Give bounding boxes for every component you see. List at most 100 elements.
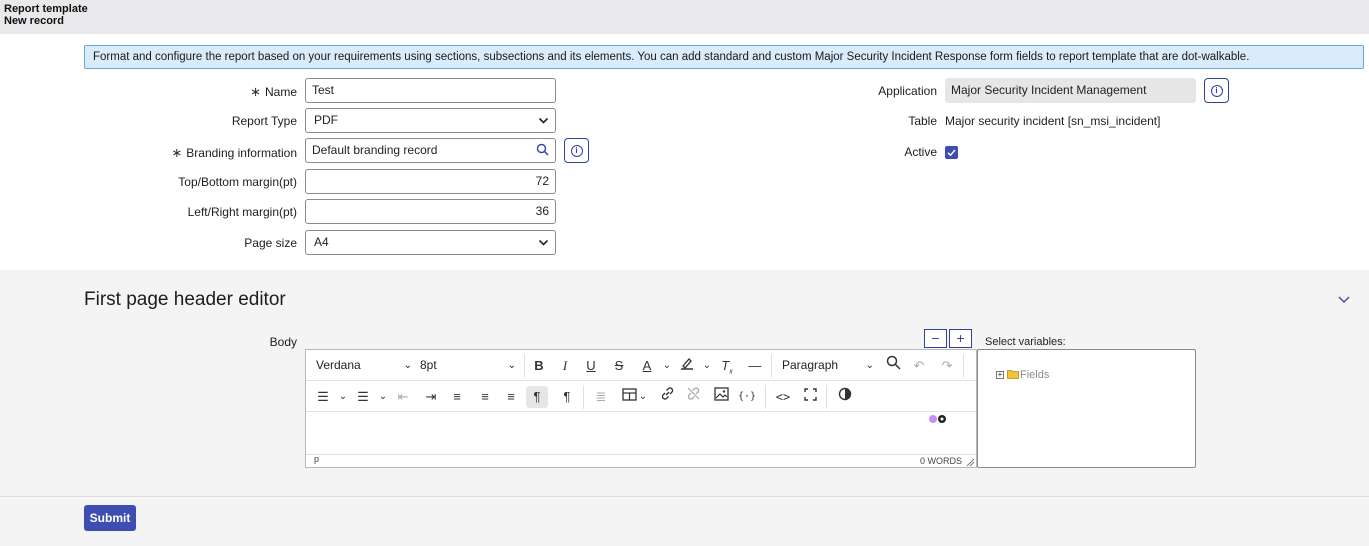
info-banner: Format and configure the report based on… (84, 45, 1364, 69)
application-info-button[interactable]: i (1204, 78, 1229, 103)
page-header: Report template New record (0, 0, 1369, 34)
chevron-down-icon[interactable]: ⌄ (372, 386, 394, 408)
editor-toolbar-row-2: ☰ ⌄ ☰ ⌄ ⇤ ⇥ ≡ ≡ ≡ ¶ ¶ ≣ ⌄ {·} <> (306, 381, 976, 412)
word-count: 0 WORDS (919, 456, 962, 466)
select-variables-label: Select variables: (985, 336, 1066, 348)
editor-status-bar: p 0 WORDS (306, 454, 976, 468)
chevron-down-icon: ⌄ (865, 360, 874, 371)
toolbar-divider (771, 354, 772, 378)
variables-panel: + Fields (977, 349, 1196, 468)
top-bottom-margin-label: Top/Bottom margin(pt) (178, 175, 297, 189)
section-title: First page header editor (84, 289, 286, 310)
chevron-down-icon[interactable]: ⌄ (696, 355, 718, 377)
redo-icon[interactable]: ↷ (936, 355, 958, 377)
required-marker: ∗ (250, 84, 261, 99)
page-subtitle: New record (4, 15, 64, 27)
left-right-margin-input[interactable]: 36 (305, 199, 556, 224)
report-type-select[interactable]: PDF (305, 108, 556, 133)
numbered-list-icon[interactable]: ☰ (352, 386, 374, 408)
tree-node-label: Fields (1020, 369, 1050, 381)
check-icon (947, 149, 956, 157)
footer-divider (0, 496, 1369, 497)
undo-icon[interactable]: ↶ (908, 355, 930, 377)
outdent-icon[interactable]: ⇤ (392, 386, 414, 408)
align-right-icon[interactable]: ≡ (500, 386, 522, 408)
tree-node-fields[interactable]: + Fields (996, 368, 1049, 382)
chevron-down-icon[interactable]: ⌄ (332, 386, 354, 408)
chevron-down-icon (538, 109, 549, 141)
image-icon[interactable] (710, 386, 732, 408)
resize-handle-icon[interactable] (966, 458, 975, 469)
ltr-direction-icon[interactable]: ¶ (526, 386, 548, 408)
template-variable-icon[interactable]: {·} (736, 386, 758, 408)
branding-info-button[interactable]: i (564, 138, 589, 163)
table-label: Table (908, 114, 937, 128)
search-icon (536, 143, 549, 159)
font-size-select[interactable]: 8pt ⌄ (420, 350, 516, 381)
contrast-icon[interactable] (834, 386, 856, 408)
table-value: Major security incident [sn_msi_incident… (945, 114, 1161, 128)
toolbar-divider (826, 385, 827, 409)
active-checkbox[interactable] (945, 146, 958, 159)
bold-icon[interactable]: B (528, 355, 550, 377)
section-collapse-button[interactable] (1337, 292, 1351, 309)
text-color-icon[interactable]: A (636, 355, 658, 377)
unlink-icon[interactable] (682, 386, 704, 408)
source-code-icon[interactable]: <> (772, 386, 794, 408)
plus-icon: + (956, 330, 965, 346)
branding-input[interactable]: Default branding record (305, 138, 531, 163)
strikethrough-icon[interactable]: S (608, 355, 630, 377)
body-label: Body (269, 335, 297, 349)
chevron-down-icon: ⌄ (507, 360, 516, 371)
branding-lookup-button[interactable] (530, 138, 556, 163)
rtl-direction-icon[interactable]: ¶ (556, 386, 578, 408)
active-label: Active (904, 145, 937, 159)
info-icon: i (570, 144, 583, 157)
underline-icon[interactable]: U (580, 355, 602, 377)
top-bottom-margin-input[interactable]: 72 (305, 169, 556, 194)
block-format-select[interactable]: Paragraph ⌄ (782, 350, 874, 381)
font-family-select[interactable]: Verdana ⌄ (316, 350, 412, 381)
highlight-color-icon[interactable] (676, 355, 698, 377)
application-label: Application (878, 84, 937, 98)
toolbar-divider (963, 354, 964, 378)
name-label: ∗ Name (250, 84, 297, 99)
application-field: Major Security Incident Management (945, 78, 1196, 103)
chevron-down-icon (1338, 296, 1350, 304)
report-type-label: Report Type (231, 114, 297, 128)
branding-label: ∗ Branding information (171, 145, 297, 160)
fullscreen-icon[interactable] (799, 386, 821, 408)
expand-editor-button[interactable]: + (949, 329, 972, 348)
chevron-down-icon (538, 231, 549, 263)
italic-icon[interactable]: I (554, 355, 576, 377)
page-size-select[interactable]: A4 (305, 230, 556, 255)
required-marker: ∗ (171, 145, 183, 160)
clear-formatting-icon[interactable]: Tx (716, 355, 738, 377)
chevron-down-icon[interactable]: ⌄ (656, 355, 678, 377)
chevron-down-icon: ⌄ (403, 360, 412, 371)
align-left-icon[interactable]: ≡ (446, 386, 468, 408)
chevron-down-icon[interactable]: ⌄ (632, 386, 654, 408)
info-icon: i (1210, 84, 1223, 97)
search-icon[interactable] (882, 355, 904, 377)
toolbar-divider (765, 385, 766, 409)
minus-icon: − (931, 330, 940, 346)
link-icon[interactable] (656, 386, 678, 408)
toolbar-divider (583, 385, 584, 409)
assistant-badge-icon (928, 413, 948, 427)
horizontal-rule-icon[interactable]: — (744, 355, 766, 377)
editor-toolbar-row-1: Verdana ⌄ 8pt ⌄ B I U S A ⌄ ⌄ Tx — Parag… (306, 350, 976, 381)
bullet-list-icon[interactable]: ☰ (312, 386, 334, 408)
name-input[interactable]: Test (305, 78, 556, 103)
submit-button[interactable]: Submit (84, 505, 136, 531)
shrink-editor-button[interactable]: − (924, 329, 947, 348)
rich-text-editor: Verdana ⌄ 8pt ⌄ B I U S A ⌄ ⌄ Tx — Parag… (305, 349, 977, 468)
page-title: Report template (4, 3, 88, 15)
align-center-icon[interactable]: ≡ (474, 386, 496, 408)
indent-icon[interactable]: ⇥ (420, 386, 442, 408)
list-indent-icon[interactable]: ≣ (590, 386, 612, 408)
element-path: p (314, 454, 320, 464)
folder-icon (1007, 368, 1019, 382)
expand-icon[interactable]: + (996, 371, 1004, 379)
toolbar-divider (524, 354, 525, 378)
